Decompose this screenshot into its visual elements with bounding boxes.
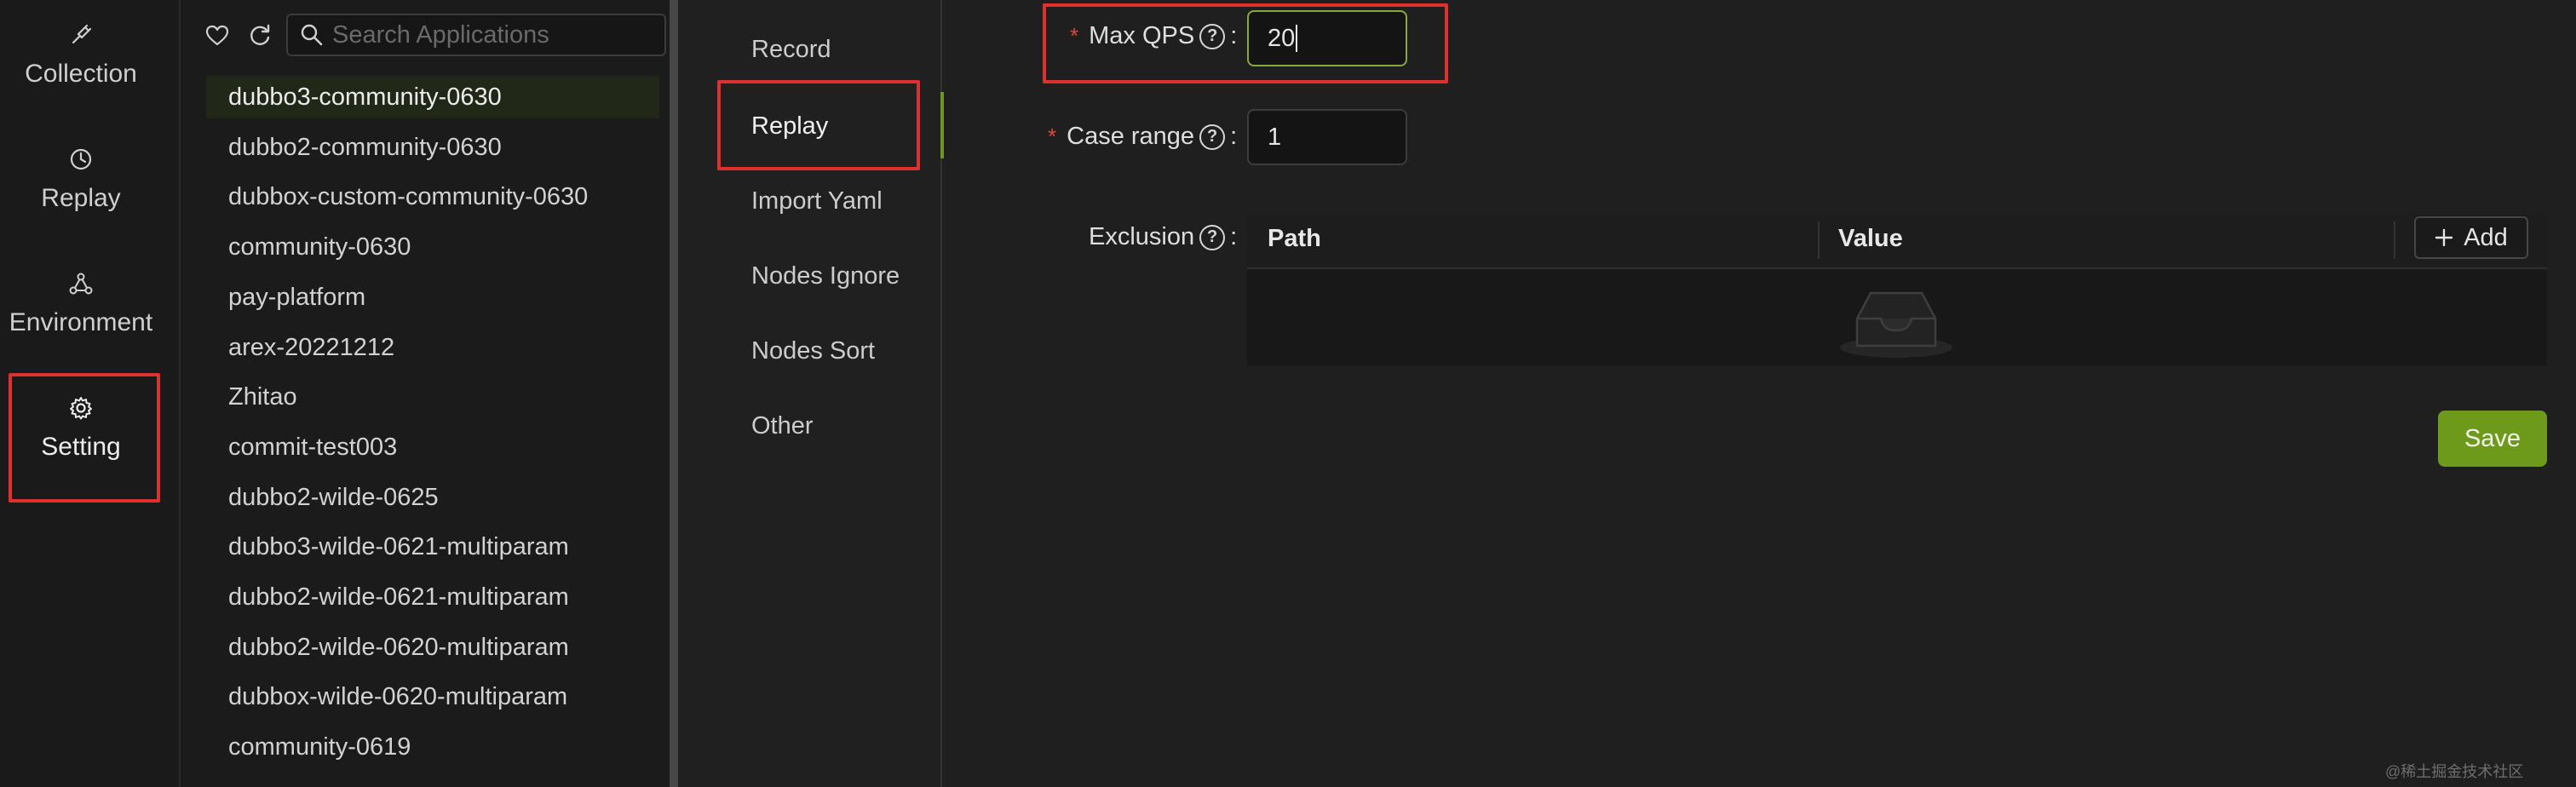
list-item[interactable]: dubbo3-wilde-0621-multiparam: [206, 526, 659, 568]
list-item[interactable]: community-0619: [206, 726, 659, 768]
column-header-value: Value: [1838, 225, 1903, 252]
list-item[interactable]: dubbo2-wilde-0621-multiparam: [206, 576, 659, 618]
rail-item-replay[interactable]: Replay: [0, 146, 162, 213]
list-item[interactable]: dubbox-wilde-0620-multiparam: [206, 675, 659, 718]
list-item[interactable]: arex-20221212: [206, 326, 659, 369]
list-item[interactable]: pay-platform: [206, 276, 659, 319]
application-list-panel: Search Applications dubbo3-community-063…: [181, 0, 671, 787]
menu-item-replay[interactable]: Replay: [751, 112, 828, 141]
list-item[interactable]: dubbo2-wilde-0620-multiparam: [206, 626, 659, 669]
menu-item-other[interactable]: Other: [751, 412, 814, 440]
search-icon: [301, 24, 323, 46]
search-field[interactable]: Search Applications: [286, 14, 666, 56]
heart-icon[interactable]: [204, 23, 230, 49]
list-item[interactable]: commit-test003: [206, 426, 659, 468]
refresh-icon[interactable]: [247, 23, 273, 49]
rail-item-environment[interactable]: Environment: [0, 271, 162, 337]
menu-item-record[interactable]: Record: [751, 36, 831, 64]
case-range-input[interactable]: 1: [1247, 109, 1407, 165]
scrollbar[interactable]: [670, 0, 678, 787]
clock-icon: [70, 148, 92, 170]
list-item[interactable]: dubbo2-community-0630: [206, 126, 659, 169]
menu-item-nodes-sort[interactable]: Nodes Sort: [751, 337, 875, 365]
list-item[interactable]: Zhitao: [206, 376, 659, 418]
rail-item-label: Replay: [41, 184, 121, 212]
rail-item-label: Environment: [9, 308, 153, 336]
case-range-label: * Case range ? :: [1048, 123, 1238, 150]
list-item[interactable]: community-0630: [206, 226, 659, 268]
rail-item-label: Setting: [41, 433, 121, 461]
settings-menu: Record Replay Import Yaml Nodes Ignore N…: [678, 0, 944, 787]
list-item[interactable]: dubbo2-wilde-0625: [206, 476, 659, 519]
menu-item-nodes-ignore[interactable]: Nodes Ignore: [751, 262, 900, 290]
plug-icon: [72, 24, 92, 44]
column-divider: [1818, 221, 1820, 259]
left-nav-rail: Collection Replay Environment Setting: [0, 0, 181, 787]
rail-item-setting[interactable]: Setting: [0, 395, 162, 462]
exclusion-label: Exclusion ? :: [1089, 223, 1238, 250]
list-item[interactable]: dubbox-custom-community-0630: [206, 175, 659, 218]
list-item[interactable]: dubbo3-community-0630: [206, 76, 659, 118]
plus-icon: [2435, 228, 2453, 247]
max-qps-label: * Max QPS ? :: [1070, 22, 1238, 49]
rail-item-label: Collection: [25, 60, 137, 88]
help-icon[interactable]: ?: [1199, 224, 1226, 250]
save-button[interactable]: Save: [2438, 411, 2547, 467]
empty-inbox-icon: [1840, 291, 1952, 358]
active-tab-indicator: [940, 92, 944, 158]
add-button[interactable]: Add: [2414, 216, 2528, 259]
help-icon[interactable]: ?: [1199, 23, 1226, 49]
watermark: @稀土掘金技术社区: [2385, 763, 2524, 780]
text-cursor: [1296, 25, 1298, 52]
help-icon[interactable]: ?: [1199, 124, 1226, 150]
nodes-icon: [69, 273, 93, 295]
exclusion-table: Path Value Add: [1247, 215, 2547, 366]
max-qps-input[interactable]: 20: [1247, 10, 1407, 66]
rail-item-collection[interactable]: Collection: [0, 22, 162, 89]
gear-icon: [70, 397, 92, 420]
column-divider: [2394, 221, 2395, 259]
search-input[interactable]: Search Applications: [332, 21, 549, 49]
menu-item-import-yaml[interactable]: Import Yaml: [751, 187, 883, 215]
column-header-path: Path: [1268, 225, 1321, 252]
